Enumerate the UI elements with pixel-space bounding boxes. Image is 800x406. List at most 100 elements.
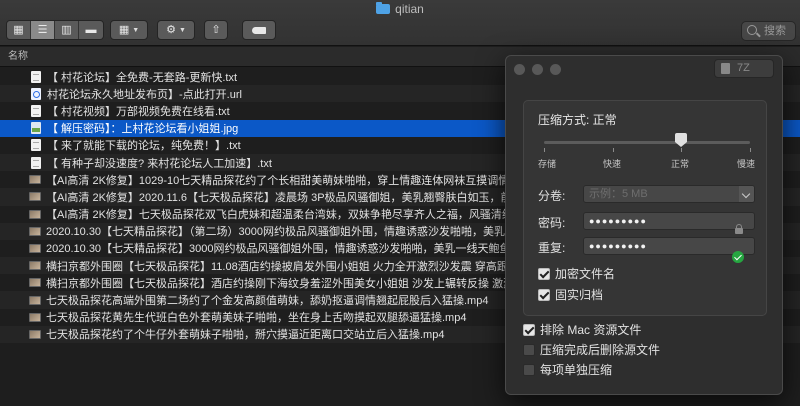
document-file-icon — [31, 156, 41, 169]
column-name-label: 名称 — [8, 51, 28, 62]
video-file-icon — [29, 329, 41, 339]
level-label-fast: 快速 — [603, 159, 622, 169]
compression-slider-track[interactable] — [544, 141, 750, 144]
minimize-button[interactable] — [532, 64, 543, 75]
compression-slider-knob[interactable] — [675, 133, 688, 147]
option-label: 固实归档 — [555, 288, 604, 302]
window-title: qitian — [0, 2, 800, 16]
image-file-icon — [31, 122, 41, 135]
file-name: 【 村花视频】万部视频免费在线看.txt — [47, 105, 230, 118]
search-input[interactable]: 搜索 — [741, 21, 796, 41]
video-file-icon — [29, 312, 41, 322]
search-icon — [747, 25, 757, 35]
view-icon-gallery-button[interactable]: ▬ — [79, 21, 103, 39]
dialog-title-bar: 7Z — [506, 56, 782, 82]
file-name: 横扫京都外围圈【七天极品探花】11.08酒店约操披肩发外围小姐姐 火力全开激烈沙… — [46, 260, 519, 273]
level-label-slow: 慢速 — [737, 159, 756, 169]
checkbox[interactable] — [538, 288, 550, 301]
file-name: 【 来了就能下载的论坛，纯免费！】.txt — [47, 140, 241, 153]
list-icon: ☰ — [37, 23, 48, 36]
file-name: 【 村花论坛】全免费-无套路-更新快.txt — [47, 71, 238, 84]
lock-icon — [735, 224, 743, 234]
action-button[interactable]: ⚙ ▼ — [157, 20, 195, 40]
group-icon: ▦ — [118, 23, 130, 36]
option-delete-after-compress[interactable]: 压缩完成后删除源文件 — [523, 341, 660, 358]
window-title-text: qitian — [395, 2, 424, 16]
group-button[interactable]: ▦ ▼ — [110, 20, 148, 40]
view-icon-list-button[interactable]: ☰ — [31, 21, 55, 39]
slider-tick — [613, 148, 614, 152]
slider-tick — [750, 148, 751, 152]
option-exclude-mac-resources[interactable]: 排除 Mac 资源文件 — [523, 321, 641, 338]
video-file-icon — [29, 192, 41, 202]
view-mode-segmented-control: ▦ ☰ ▥ ▬ — [6, 20, 104, 40]
chevron-down-icon: ▼ — [178, 26, 186, 34]
checkbox[interactable] — [538, 267, 550, 280]
file-name: 2020.10.30【七天精品探花】3000网约极品风骚御姐外围，情趣诱惑沙发啪… — [46, 243, 511, 256]
split-size-field[interactable]: 示例：5 MB — [583, 185, 755, 203]
title-bar: qitian ▦ ☰ ▥ ▬ ▦ ▼ ⚙ ▼ ⇧ 搜索 — [0, 0, 800, 46]
checkbox[interactable] — [523, 323, 535, 336]
repeat-label: 重复: — [538, 241, 566, 255]
file-name: 七天极品探花约了个牛仔外套萌妹子啪啪，掰穴摸逼近距离口交站立后入猛操.mp4 — [46, 329, 445, 342]
zoom-button[interactable] — [550, 64, 561, 75]
search-placeholder: 搜索 — [764, 25, 786, 37]
close-button[interactable] — [514, 64, 525, 75]
split-label: 分卷: — [538, 189, 566, 203]
option-label: 排除 Mac 资源文件 — [540, 323, 642, 337]
checkbox[interactable] — [523, 363, 535, 376]
format-select[interactable]: 7Z — [714, 59, 774, 78]
video-file-icon — [29, 295, 41, 305]
compression-settings: 压缩方式: 正常 存储 快速 正常 慢速 分卷: 示例：5 MB 密码: ●●●… — [523, 100, 767, 316]
file-name: 村花论坛永久地址发布页】-点此打开.url — [47, 88, 242, 101]
document-file-icon — [31, 139, 41, 152]
file-name: 横扫京都外围圈【七天极品探花】酒店约操刚下海纹身羞涩外围美女小姐姐 沙发上辗转反… — [46, 277, 515, 290]
tag-icon — [252, 26, 266, 34]
option-label: 压缩完成后删除源文件 — [540, 343, 661, 357]
option-label: 每项单独压缩 — [540, 363, 613, 377]
file-name: 2020.10.30【七天精品探花】（第二场）3000网约极品风骚御姐外围，情趣… — [46, 226, 517, 239]
video-file-icon — [29, 278, 41, 288]
slider-tick — [544, 148, 545, 152]
video-file-icon — [29, 175, 41, 185]
file-name: 七天极品探花黄先生代班白色外套萌美妹子啪啪，坐在身上舌吻摸起双腿舔逼猛操.mp4 — [46, 312, 467, 325]
password-field[interactable]: ●●●●●●●●● — [583, 212, 755, 230]
gallery-icon: ▬ — [85, 23, 97, 36]
file-name: 【 解压密码】：上村花论坛看小姐姐.jpg — [47, 123, 239, 136]
tag-button[interactable] — [242, 20, 276, 40]
view-icon-grid-button[interactable]: ▦ — [7, 21, 31, 39]
gear-icon: ⚙ — [166, 23, 176, 36]
video-file-icon — [29, 209, 41, 219]
split-placeholder: 示例：5 MB — [589, 188, 648, 200]
checkbox[interactable] — [523, 343, 535, 356]
option-encrypt-filenames[interactable]: 加密文件名 — [538, 265, 615, 282]
option-solid-archive[interactable]: 固实归档 — [538, 286, 603, 303]
file-name: 【 有种子却没速度? 来村花论坛人工加速】.txt — [47, 157, 272, 170]
document-file-icon — [31, 70, 41, 83]
option-compress-separately[interactable]: 每项单独压缩 — [523, 361, 612, 378]
share-button[interactable]: ⇧ — [204, 20, 228, 40]
repeat-password-field[interactable]: ●●●●●●●●● — [583, 237, 755, 255]
view-icon-columns-button[interactable]: ▥ — [55, 21, 79, 39]
video-file-icon — [29, 243, 41, 253]
link-file-icon — [31, 87, 41, 100]
chevron-down-icon: ▼ — [132, 26, 140, 34]
file-name: 【AI高清 2K修复】1029-10七天精品探花约了个长相甜美萌妹啪啪，穿上情趣… — [46, 174, 510, 187]
file-name: 【AI高清 2K修复】七天极品探花双飞白虎妹和超温柔台湾妹，双妹争艳尽享齐人之福… — [46, 209, 524, 222]
format-value: 7Z — [737, 62, 750, 74]
video-file-icon — [29, 261, 41, 271]
compression-level-title: 压缩方式: 正常 — [538, 113, 617, 127]
columns-icon: ▥ — [61, 23, 72, 36]
level-label-store: 存储 — [538, 159, 557, 169]
document-file-icon — [31, 104, 41, 117]
level-label-normal: 正常 — [671, 159, 690, 169]
archive-dialog: 7Z 压缩方式: 正常 存储 快速 正常 慢速 分卷: 示例：5 MB 密码: … — [505, 55, 783, 395]
grid-icon: ▦ — [13, 23, 24, 36]
file-name: 七天极品探花高端外围第二场约了个金发高颜值萌妹，舔奶抠逼调情翘起屁股后入猛操.m… — [46, 295, 489, 308]
password-value: ●●●●●●●●● — [589, 216, 647, 226]
file-name: 【AI高清 2K修复】2020.11.6【七天极品探花】凌晨场 3P极品风骚御姐… — [46, 191, 523, 204]
repeat-password-value: ●●●●●●●●● — [589, 241, 647, 251]
password-match-check-icon — [732, 251, 744, 263]
chevron-down-icon[interactable] — [739, 186, 754, 202]
archive-icon — [721, 63, 730, 74]
